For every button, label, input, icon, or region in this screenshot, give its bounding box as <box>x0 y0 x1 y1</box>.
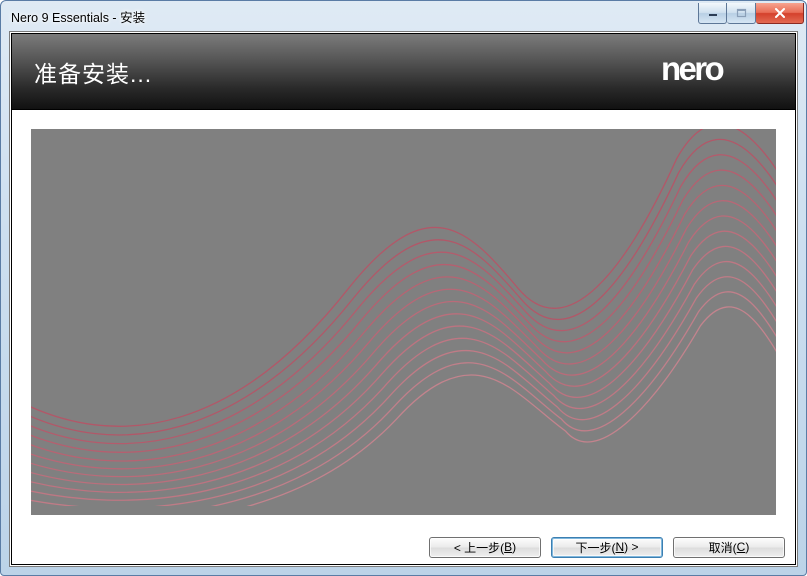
close-icon <box>774 8 786 18</box>
titlebar: Nero 9 Essentials - 安装 <box>1 1 806 31</box>
nero-logo-icon: nero <box>661 48 773 90</box>
cancel-button-suffix: ) <box>745 540 749 554</box>
back-button-suffix: ) <box>512 540 516 554</box>
installer-dialog: 准备安装... nero <box>9 31 798 567</box>
back-button[interactable]: < 上一步(B) <box>429 537 541 558</box>
next-button-hotkey: N <box>615 540 624 554</box>
minimize-button[interactable] <box>698 3 727 24</box>
cancel-button-prefix: 取消( <box>709 539 737 556</box>
content-area <box>12 110 795 534</box>
cancel-button-hotkey: C <box>737 540 746 554</box>
window-title: Nero 9 Essentials - 安装 <box>11 7 145 26</box>
cancel-button[interactable]: 取消(C) <box>673 537 785 558</box>
header-banner: 准备安装... nero <box>12 34 795 110</box>
maximize-icon <box>736 8 747 18</box>
back-button-hotkey: B <box>504 540 512 554</box>
minimize-icon <box>708 8 718 18</box>
svg-text:nero: nero <box>661 50 724 87</box>
dialog-frame: 准备安装... nero <box>11 33 796 565</box>
page-title: 准备安装... <box>34 55 152 89</box>
next-button[interactable]: 下一步(N) > <box>551 537 663 558</box>
next-button-prefix: 下一步( <box>575 539 615 556</box>
window: Nero 9 Essentials - 安装 准备安装... nero <box>0 0 807 576</box>
close-button[interactable] <box>756 3 804 24</box>
wizard-buttons: < 上一步(B) 下一步(N) > 取消(C) <box>12 534 795 564</box>
next-button-suffix: ) > <box>624 540 638 554</box>
back-button-prefix: < 上一步( <box>454 539 504 556</box>
wave-art <box>31 129 776 506</box>
splash-graphic <box>31 129 776 515</box>
caption-buttons <box>698 3 804 24</box>
maximize-button[interactable] <box>727 3 756 24</box>
nero-logo: nero <box>661 48 773 95</box>
